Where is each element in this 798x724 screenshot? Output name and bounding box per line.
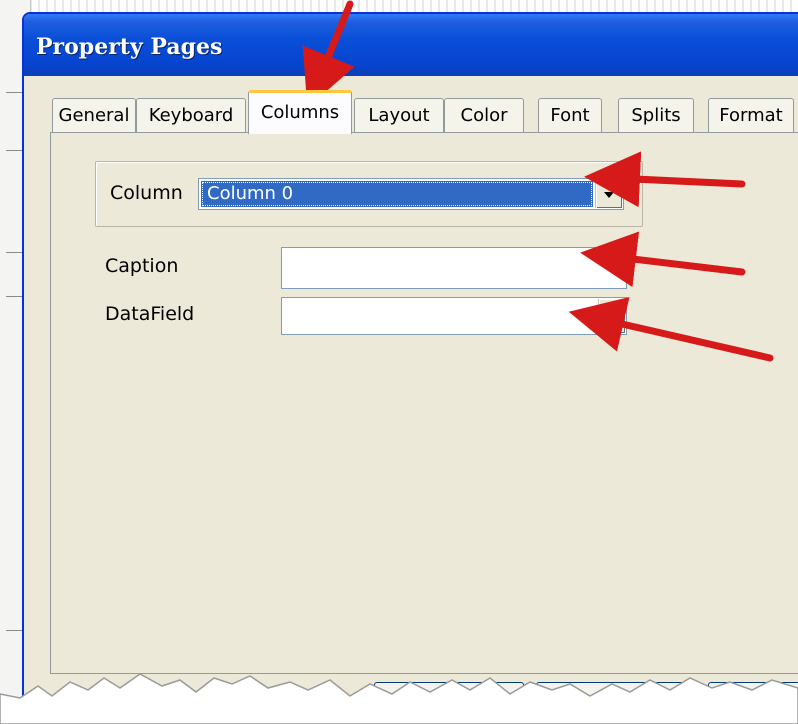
- column-dropdown-value: Column 0: [201, 181, 593, 207]
- tab-keyboard[interactable]: Keyboard: [136, 98, 246, 132]
- dropdown-button[interactable]: [595, 180, 622, 208]
- column-label: Column: [110, 182, 183, 204]
- datafield-dropdown[interactable]: [281, 297, 627, 335]
- tab-layout[interactable]: Layout: [354, 98, 444, 132]
- dropdown-arrow-icon: [607, 313, 617, 319]
- caption-input[interactable]: [281, 247, 627, 289]
- tab-font[interactable]: Font: [538, 98, 602, 132]
- tab-strip: General Keyboard Columns Layout Color Fo…: [52, 90, 798, 134]
- dropdown-button[interactable]: [598, 299, 625, 333]
- tab-splits[interactable]: Splits: [618, 98, 694, 132]
- property-pages-dialog: Property Pages General Keyboard Columns …: [22, 12, 798, 714]
- window-title: Property Pages: [36, 34, 223, 60]
- dialog-body: General Keyboard Columns Layout Color Fo…: [24, 76, 798, 714]
- tab-general[interactable]: General: [52, 98, 136, 132]
- dropdown-arrow-icon: [604, 192, 614, 198]
- caption-label: Caption: [105, 255, 179, 277]
- background-app-top: [0, 0, 798, 12]
- datafield-label: DataField: [105, 303, 195, 325]
- tab-columns[interactable]: Columns: [248, 90, 352, 134]
- column-dropdown[interactable]: Column 0: [198, 178, 624, 210]
- title-bar[interactable]: Property Pages: [24, 14, 798, 76]
- column-group-box: Column Column 0: [95, 161, 643, 227]
- tab-format[interactable]: Format: [708, 98, 794, 132]
- tab-color[interactable]: Color: [444, 98, 524, 132]
- torn-paper-edge: [0, 673, 798, 724]
- columns-tab-panel: Column Column 0 Caption DataField: [50, 132, 798, 674]
